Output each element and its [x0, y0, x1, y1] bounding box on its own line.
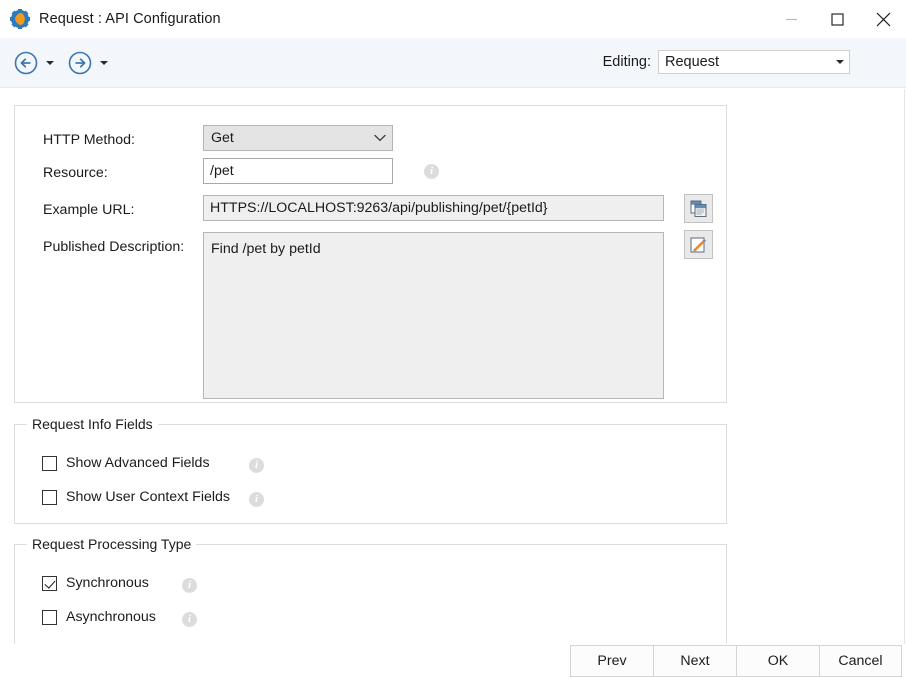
cancel-button[interactable]: Cancel: [819, 645, 902, 677]
gear-icon: [10, 9, 30, 29]
published-description-textarea[interactable]: Find /pet by petId: [203, 232, 664, 399]
title-bar: Request : API Configuration: [0, 0, 906, 38]
synchronous-info-icon[interactable]: i: [182, 578, 197, 593]
show-advanced-fields-checkbox[interactable]: [42, 455, 57, 471]
http-method-label: HTTP Method:: [43, 132, 135, 148]
synchronous-label: Synchronous: [66, 575, 149, 591]
edit-pencil-icon[interactable]: [684, 230, 713, 259]
resource-label: Resource:: [43, 165, 108, 181]
navigation-group: [10, 47, 112, 79]
editing-dropdown-value: Request: [665, 54, 720, 70]
show-advanced-fields-info-icon[interactable]: i: [249, 458, 264, 473]
synchronous-row[interactable]: Synchronous: [42, 575, 149, 591]
dialog-footer: Prev Next OK Cancel: [0, 644, 906, 677]
synchronous-checkbox[interactable]: [42, 575, 57, 591]
resource-info-icon[interactable]: i: [424, 164, 439, 179]
http-method-value: Get: [211, 130, 234, 146]
request-processing-type-group: Request Processing Type Synchronous i As…: [14, 536, 727, 644]
maximize-icon[interactable]: [814, 0, 860, 38]
asynchronous-label: Asynchronous: [66, 609, 156, 625]
chevron-down-icon: [831, 51, 849, 73]
close-icon[interactable]: [860, 0, 906, 38]
back-dropdown-chevron-down-icon[interactable]: [42, 47, 58, 79]
content-area: HTTP Method: Get Resource: /pet i Exampl…: [0, 89, 904, 644]
show-user-context-fields-row[interactable]: Show User Context Fields: [42, 489, 230, 505]
show-user-context-fields-label: Show User Context Fields: [66, 489, 231, 505]
request-info-fields-title: Request Info Fields: [27, 416, 158, 432]
window-controls: [768, 0, 906, 38]
copy-icon[interactable]: [684, 194, 713, 223]
example-url-field[interactable]: HTTPS://LOCALHOST:9263/api/publishing/pe…: [203, 195, 664, 221]
toolbar: Editing: Request: [0, 38, 906, 88]
show-advanced-fields-row[interactable]: Show Advanced Fields: [42, 455, 210, 471]
editing-label: Editing:: [602, 54, 651, 70]
forward-arrow-icon[interactable]: [64, 47, 96, 79]
editing-dropdown[interactable]: Request: [658, 50, 850, 74]
show-user-context-fields-info-icon[interactable]: i: [249, 492, 264, 507]
request-details-panel: HTTP Method: Get Resource: /pet i Exampl…: [14, 105, 727, 403]
asynchronous-row[interactable]: Asynchronous: [42, 609, 156, 625]
footer-button-row: Prev Next OK Cancel: [570, 645, 902, 677]
ok-button[interactable]: OK: [736, 645, 819, 677]
chevron-down-icon: [368, 126, 392, 150]
asynchronous-info-icon[interactable]: i: [182, 612, 197, 627]
next-button[interactable]: Next: [653, 645, 736, 677]
http-method-dropdown[interactable]: Get: [203, 125, 393, 151]
show-advanced-fields-label: Show Advanced Fields: [66, 455, 210, 471]
show-user-context-fields-checkbox[interactable]: [42, 489, 57, 505]
window-title: Request : API Configuration: [39, 11, 221, 27]
request-processing-type-title: Request Processing Type: [27, 536, 197, 552]
resource-input[interactable]: /pet: [203, 158, 393, 184]
request-info-fields-group: Request Info Fields Show Advanced Fields…: [14, 416, 727, 524]
forward-dropdown-chevron-down-icon[interactable]: [96, 47, 112, 79]
minimize-icon[interactable]: [768, 0, 814, 38]
example-url-label: Example URL:: [43, 202, 135, 218]
editing-selector-group: Editing: Request: [603, 50, 850, 74]
prev-button[interactable]: Prev: [570, 645, 653, 677]
asynchronous-checkbox[interactable]: [42, 609, 57, 625]
published-description-label: Published Description:: [43, 239, 185, 255]
back-arrow-icon[interactable]: [10, 47, 42, 79]
dialog-window: Request : API Configuration Editing: Req…: [0, 0, 906, 677]
